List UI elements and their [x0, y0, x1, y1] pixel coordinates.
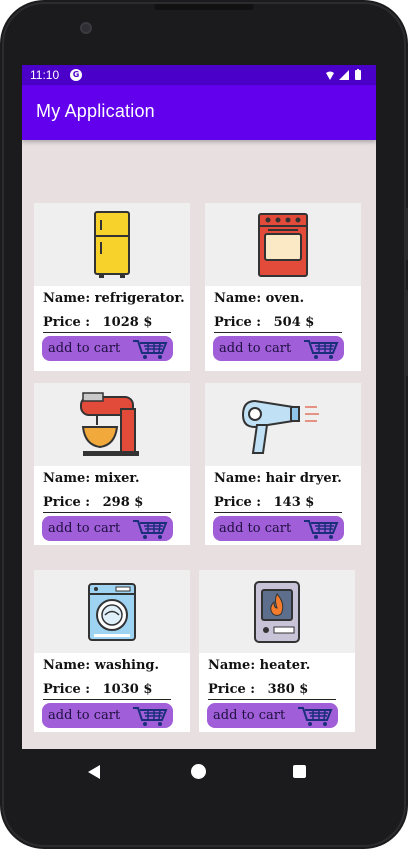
- price-value: 298 $: [102, 495, 144, 510]
- price-label: Price :: [214, 495, 262, 510]
- phone-frame: 11:10 G My Application Name: refrigerato…: [0, 0, 408, 849]
- heater-icon: [254, 580, 300, 643]
- status-bar: 11:10 G: [22, 65, 376, 85]
- add-to-cart-button[interactable]: add to cart: [207, 703, 338, 728]
- wifi-icon: [326, 71, 334, 80]
- price-row: Price : 1030 $: [43, 682, 171, 700]
- battery-icon: [355, 69, 361, 80]
- status-icons: [326, 69, 361, 80]
- add-to-cart-button[interactable]: add to cart: [42, 336, 173, 361]
- add-to-cart-label: add to cart: [219, 341, 292, 356]
- product-image: [34, 203, 190, 286]
- product-card: Name: heater. Price : 380 $ add to cart: [199, 570, 355, 732]
- add-to-cart-label: add to cart: [48, 521, 121, 536]
- status-time: 11:10: [30, 68, 60, 82]
- hair-dryer-icon: [241, 399, 319, 454]
- shopping-cart-icon: [304, 340, 339, 359]
- product-image: [199, 570, 355, 653]
- home-icon[interactable]: [191, 764, 206, 779]
- add-to-cart-button[interactable]: add to cart: [213, 336, 344, 361]
- navigation-bar: [0, 749, 408, 797]
- price-label: Price :: [43, 315, 91, 330]
- refrigerator-icon: [94, 210, 130, 278]
- oven-icon: [258, 212, 308, 277]
- price-row: Price : 504 $: [214, 315, 342, 333]
- product-card: Name: oven. Price : 504 $ add to cart: [205, 203, 361, 371]
- shopping-cart-icon: [133, 707, 168, 726]
- price-row: Price : 380 $: [208, 682, 336, 700]
- price-value: 143 $: [273, 495, 315, 510]
- washing-machine-icon: [88, 582, 136, 641]
- product-name: Name: hair dryer.: [214, 471, 342, 486]
- add-to-cart-label: add to cart: [48, 708, 121, 723]
- recents-icon[interactable]: [293, 765, 306, 778]
- add-to-cart-label: add to cart: [219, 521, 292, 536]
- front-camera: [80, 22, 92, 34]
- add-to-cart-label: add to cart: [213, 708, 286, 723]
- product-image: [205, 383, 361, 466]
- price-row: Price : 1028 $: [43, 315, 171, 333]
- price-label: Price :: [214, 315, 262, 330]
- shopping-cart-icon: [298, 707, 333, 726]
- price-value: 1030 $: [102, 682, 153, 697]
- add-to-cart-button[interactable]: add to cart: [213, 516, 344, 541]
- product-name: Name: washing.: [43, 658, 160, 673]
- app-title: My Application: [36, 101, 155, 121]
- product-image: [205, 203, 361, 286]
- shopping-cart-icon: [133, 520, 168, 539]
- product-image: [34, 383, 190, 466]
- product-card: Name: refrigerator. Price : 1028 $ add t…: [34, 203, 190, 371]
- product-card: Name: mixer. Price : 298 $ add to cart: [34, 383, 190, 545]
- shopping-cart-icon: [304, 520, 339, 539]
- product-name: Name: refrigerator.: [43, 291, 185, 306]
- price-row: Price : 298 $: [43, 495, 171, 513]
- price-value: 504 $: [273, 315, 315, 330]
- add-to-cart-button[interactable]: add to cart: [42, 703, 173, 728]
- speaker-grille: [154, 4, 254, 10]
- price-label: Price :: [208, 682, 256, 697]
- price-value: 380 $: [267, 682, 309, 697]
- add-to-cart-button[interactable]: add to cart: [42, 516, 173, 541]
- product-card: Name: washing. Price : 1030 $ add to car…: [34, 570, 190, 732]
- price-label: Price :: [43, 682, 91, 697]
- shopping-cart-icon: [133, 340, 168, 359]
- price-value: 1028 $: [102, 315, 153, 330]
- add-to-cart-label: add to cart: [48, 341, 121, 356]
- mixer-icon: [80, 391, 139, 456]
- app-bar: My Application: [22, 85, 376, 140]
- back-icon[interactable]: [88, 765, 100, 779]
- g-icon: G: [70, 69, 82, 81]
- price-label: Price :: [43, 495, 91, 510]
- product-name: Name: heater.: [208, 658, 311, 673]
- price-row: Price : 143 $: [214, 495, 342, 513]
- product-image: [34, 570, 190, 653]
- app-screen: 11:10 G My Application Name: refrigerato…: [22, 65, 376, 749]
- product-card: Name: hair dryer. Price : 143 $ add to c…: [205, 383, 361, 545]
- product-name: Name: mixer.: [43, 471, 140, 486]
- product-name: Name: oven.: [214, 291, 305, 306]
- signal-icon: [339, 70, 349, 80]
